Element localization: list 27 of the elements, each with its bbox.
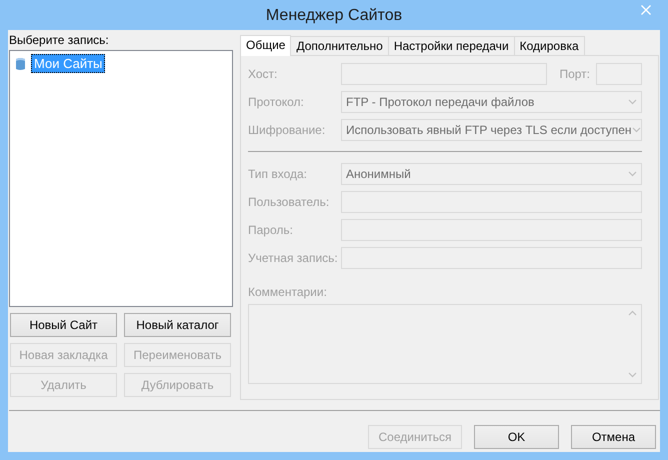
tree-item[interactable]: Мои Сайты <box>31 54 106 73</box>
field-label: Пользователь: <box>248 195 330 209</box>
site-button[interactable]: Новый каталог <box>124 313 231 337</box>
window-title: Менеджер Сайтов <box>266 6 402 25</box>
field-label: Комментарии: <box>248 285 328 299</box>
tab[interactable]: Кодировка <box>514 36 585 55</box>
chevron-down-icon <box>628 99 637 105</box>
chevron-down-icon <box>628 171 637 177</box>
field-label: Порт: <box>559 67 590 81</box>
site-button[interactable]: Новый Сайт <box>10 313 117 337</box>
field-label: Тип входа: <box>248 167 308 181</box>
tab[interactable]: Дополнительно <box>290 36 389 55</box>
folder-icon <box>14 56 27 70</box>
comment-field[interactable] <box>248 304 642 384</box>
dialog-button[interactable]: Отмена <box>571 425 656 449</box>
field-label: Шифрование: <box>248 123 326 137</box>
tab[interactable]: Общие <box>240 35 292 56</box>
dialog-button[interactable]: OK <box>474 425 559 449</box>
field-label: Протокол: <box>248 95 305 109</box>
tab[interactable]: Настройки передачи <box>388 36 515 55</box>
field-label: Хост: <box>248 67 278 81</box>
scroll-up-icon[interactable] <box>628 310 636 316</box>
chevron-down-icon <box>632 127 641 133</box>
field-label: Пароль: <box>248 223 294 237</box>
scroll-down-icon[interactable] <box>628 372 636 378</box>
list-label: Выберите запись: <box>9 34 110 49</box>
field-label: Учетная запись: <box>248 251 339 265</box>
